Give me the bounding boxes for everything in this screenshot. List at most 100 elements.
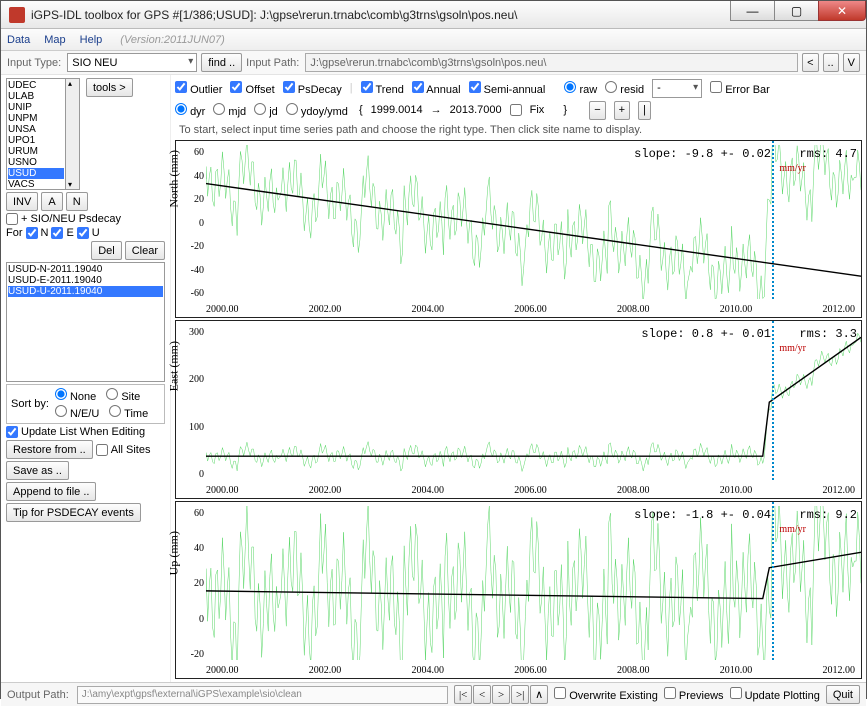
clear-button[interactable]: Clear xyxy=(125,241,165,260)
all-sites-check[interactable] xyxy=(96,444,108,456)
quit-button[interactable]: Quit xyxy=(826,685,860,704)
offset-item[interactable]: USUD-U-2011.19040 xyxy=(8,286,163,297)
slope-anno: slope: -1.8 +- 0.04 xyxy=(634,508,771,522)
titlebar: iGPS-IDL toolbox for GPS #[1/386;USUD]: … xyxy=(1,1,866,29)
y-axis-label: East (mm) xyxy=(167,341,182,391)
menu-help[interactable]: Help xyxy=(80,34,103,46)
sort-box: Sort by: None Site N/E/U Time xyxy=(6,384,165,424)
find-button[interactable]: find .. xyxy=(201,53,242,72)
psdecay-check[interactable]: PsDecay xyxy=(283,81,342,96)
nav-button[interactable]: > xyxy=(492,685,510,704)
site-item[interactable]: UNIP xyxy=(8,102,64,113)
y-ticks: 6040200-20 xyxy=(176,502,206,678)
zoom-in[interactable]: + xyxy=(614,101,630,120)
plot-east: East (mm)3002001000slope: 0.8 +- 0.01rms… xyxy=(175,320,862,498)
path-back-button[interactable]: < xyxy=(802,53,818,72)
for-n-check[interactable] xyxy=(26,227,38,239)
sort-none[interactable]: None xyxy=(55,388,96,403)
sidebar: UDECULABUNIPUNPMUNSAUPO1URUMUSNOUSUDVACS… xyxy=(1,75,171,682)
sort-time[interactable]: Time xyxy=(109,405,148,420)
slope-anno: slope: 0.8 +- 0.01 xyxy=(641,327,771,341)
nav-button[interactable]: >| xyxy=(511,685,529,704)
fix-check[interactable] xyxy=(510,104,522,116)
x-ticks: 2000.002002.002004.002006.002008.002010.… xyxy=(206,665,855,676)
for-e-check[interactable] xyxy=(51,227,63,239)
append-button[interactable]: Append to file .. xyxy=(6,482,96,501)
site-item[interactable]: VACS xyxy=(8,179,64,190)
site-item[interactable]: UPO1 xyxy=(8,135,64,146)
restore-button[interactable]: Restore from .. xyxy=(6,440,93,459)
nav-buttons: |<<>>|∧ xyxy=(454,685,548,704)
event-line xyxy=(772,321,774,479)
site-item[interactable]: UDEC xyxy=(8,80,64,91)
hint-text: To start, select input time series path … xyxy=(175,122,862,138)
raw-radio[interactable]: raw xyxy=(564,81,597,96)
input-type-label: Input Type: xyxy=(7,57,61,69)
dyr-radio[interactable]: dyr xyxy=(175,103,205,118)
style-combo[interactable]: - xyxy=(652,79,702,98)
x-ticks: 2000.002002.002004.002006.002008.002010.… xyxy=(206,485,855,496)
input-path-field[interactable]: J:\gpse\rerun.trnabc\comb\g3trns\gsoln\p… xyxy=(305,53,798,72)
previews-check[interactable]: Previews xyxy=(664,687,724,702)
nav-button[interactable]: < xyxy=(473,685,491,704)
input-path-label: Input Path: xyxy=(246,57,299,69)
path-v-button[interactable]: V xyxy=(843,53,860,72)
maximize-button[interactable]: ▢ xyxy=(774,1,819,21)
nav-button[interactable]: |< xyxy=(454,685,472,704)
zoom-reset[interactable]: | xyxy=(638,101,651,120)
sort-label: Sort by: xyxy=(11,398,49,410)
offset-list[interactable]: USUD-N-2011.19040USUD-E-2011.19040USUD-U… xyxy=(6,262,165,382)
sio-psdecay-check[interactable] xyxy=(6,213,18,225)
event-line xyxy=(772,502,774,660)
outlier-check[interactable]: Outlier xyxy=(175,81,222,96)
site-item[interactable]: URUM xyxy=(8,146,64,157)
x-ticks: 2000.002002.002004.002006.002008.002010.… xyxy=(206,304,855,315)
jd-radio[interactable]: jd xyxy=(254,103,278,118)
zoom-out[interactable]: − xyxy=(589,101,605,120)
tip-button[interactable]: Tip for PSDECAY events xyxy=(6,503,141,522)
update-list-check[interactable] xyxy=(6,426,18,438)
statusbar: Output Path: J:\amy\expt\gpsf\external\i… xyxy=(1,682,866,706)
output-path-field[interactable]: J:\amy\expt\gpsf\external\iGPS\example\s… xyxy=(77,686,448,704)
unit-label: mm/yr xyxy=(779,163,806,174)
input-type-combo[interactable]: SIO NEU xyxy=(67,53,197,72)
site-scrollbar[interactable] xyxy=(66,78,80,190)
site-item[interactable]: UNPM xyxy=(8,113,64,124)
trend-check[interactable]: Trend xyxy=(361,81,404,96)
inv-button[interactable]: INV xyxy=(6,192,38,211)
semi-check[interactable]: Semi-annual xyxy=(469,81,546,96)
mjd-radio[interactable]: mjd xyxy=(213,103,246,118)
update-plot-check[interactable]: Update Plotting xyxy=(730,687,820,702)
site-item[interactable]: ULAB xyxy=(8,91,64,102)
sort-site[interactable]: Site xyxy=(106,388,140,403)
rms-anno: rms: 9.2 xyxy=(799,508,857,522)
nav-button[interactable]: ∧ xyxy=(530,685,548,704)
offset-item[interactable]: USUD-N-2011.19040 xyxy=(8,264,163,275)
offset-check[interactable]: Offset xyxy=(230,81,274,96)
menu-data[interactable]: Data xyxy=(7,34,30,46)
close-button[interactable]: ✕ xyxy=(818,1,866,21)
a-button[interactable]: A xyxy=(41,192,62,211)
resid-radio[interactable]: resid xyxy=(605,81,644,96)
for-label: For xyxy=(6,227,23,239)
errbar-check[interactable]: Error Bar xyxy=(710,81,770,96)
tools-button[interactable]: tools > xyxy=(86,78,133,97)
sort-neu[interactable]: N/E/U xyxy=(55,405,99,420)
site-item[interactable]: USUD xyxy=(8,168,64,179)
save-as-button[interactable]: Save as .. xyxy=(6,461,69,480)
ydoy-radio[interactable]: ydoy/ymd xyxy=(286,103,348,118)
time-end: 2013.7000 xyxy=(450,104,502,116)
minimize-button[interactable]: — xyxy=(730,1,775,21)
overwrite-check[interactable]: Overwrite Existing xyxy=(554,687,658,702)
site-item[interactable]: UNSA xyxy=(8,124,64,135)
site-list[interactable]: UDECULABUNIPUNPMUNSAUPO1URUMUSNOUSUDVACS xyxy=(6,78,66,190)
window-controls: — ▢ ✕ xyxy=(731,1,866,21)
del-button[interactable]: Del xyxy=(91,241,122,260)
path-up-button[interactable]: .. xyxy=(823,53,839,72)
for-u-check[interactable] xyxy=(77,227,89,239)
offset-item[interactable]: USUD-E-2011.19040 xyxy=(8,275,163,286)
n-button[interactable]: N xyxy=(66,192,88,211)
menu-map[interactable]: Map xyxy=(44,34,65,46)
annual-check[interactable]: Annual xyxy=(412,81,461,96)
site-item[interactable]: USNO xyxy=(8,157,64,168)
